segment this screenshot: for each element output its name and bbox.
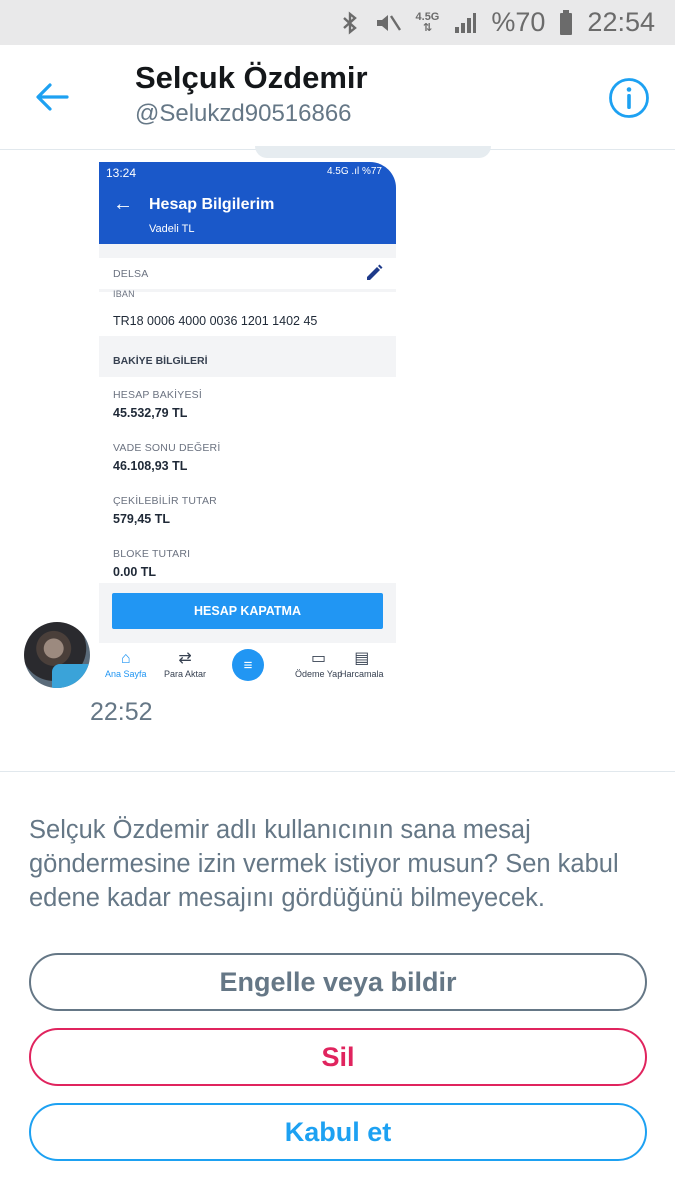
battery-icon	[559, 9, 573, 36]
section-title: BAKİYE BİLGİLERİ	[113, 355, 208, 367]
account-name-row: DELSA	[99, 258, 396, 289]
clock: 22:54	[587, 7, 655, 37]
data-arrows-icon: ⇅	[422, 21, 433, 34]
bluetooth-icon	[340, 11, 360, 35]
conversation-header: Selçuk Özdemir @Selukzd90516866	[0, 45, 675, 150]
inner-subtitle: Vadeli TL	[149, 223, 195, 235]
tab-label: Para Aktar	[164, 669, 207, 679]
inner-status-time: 13:24	[106, 166, 137, 180]
payment-icon: ▭	[311, 650, 327, 667]
avatar-photo-detail	[52, 664, 90, 688]
signal-icon	[453, 11, 477, 35]
tab-label: Harcamala	[340, 669, 384, 679]
field-value: 46.108,93 TL	[113, 459, 188, 473]
handshake-icon: ⇄	[178, 650, 192, 667]
tab-expenses: ▤ Harcamala	[340, 649, 384, 679]
field-value: 0.00 TL	[113, 565, 157, 579]
tab-payment: ▭ Ödeme Yap	[295, 649, 342, 679]
contact-handle: @Selukzd90516866	[135, 100, 352, 127]
receipt-icon: ▤	[354, 650, 370, 667]
edit-pencil-icon	[367, 264, 383, 280]
back-button[interactable]	[30, 75, 74, 119]
avatar[interactable]	[24, 622, 90, 688]
field-label: VADE SONU DEĞERİ	[113, 442, 221, 454]
inner-back-arrow-icon: ←	[113, 193, 133, 215]
field-value: 579,45 TL	[113, 512, 170, 526]
mute-icon	[374, 11, 402, 35]
accept-button[interactable]: Kabul et	[29, 1103, 647, 1161]
bank-tab-bar: ⌂ Ana Sayfa ⇄ Para Aktar ≡ ▭ Ödeme Yap ▤…	[99, 643, 396, 690]
status-bar: 4.5G ⇅ %70 22:54	[0, 0, 675, 45]
account-name: DELSA	[113, 268, 149, 280]
home-icon: ⌂	[120, 650, 131, 667]
info-icon	[609, 78, 649, 118]
balance-fields: HESAP BAKİYESİ 45.532,79 TL VADE SONU DE…	[99, 377, 396, 583]
menu-icon: ≡	[232, 649, 264, 681]
tab-label: Ana Sayfa	[105, 669, 147, 679]
bank-app-header: 13:24 4.5G .ıl %77 ← Hesap Bilgilerim Va…	[99, 162, 396, 244]
delete-button[interactable]: Sil	[29, 1028, 647, 1086]
network-type: 4.5G	[415, 10, 440, 23]
field-label: HESAP BAKİYESİ	[113, 389, 202, 401]
message-timestamp: 22:52	[90, 698, 153, 726]
back-arrow-icon	[36, 83, 69, 111]
inner-status-right: 4.5G .ıl %77	[326, 166, 382, 177]
tab-label: Ödeme Yap	[295, 669, 343, 679]
inner-title: Hesap Bilgilerim	[149, 196, 275, 213]
tab-transfer: ⇄ Para Aktar	[164, 649, 206, 679]
field-value: 45.532,79 TL	[113, 406, 188, 420]
field-label: BLOKE TUTARI	[113, 548, 191, 560]
tab-home: ⌂ Ana Sayfa	[105, 649, 147, 679]
iban-row: IBAN TR18 0006 4000 0036 1201 1402 45	[99, 289, 396, 336]
iban-value: TR18 0006 4000 0036 1201 1402 45	[113, 314, 318, 328]
close-account-button: HESAP KAPATMA	[112, 593, 383, 629]
battery-percent: %70	[491, 7, 546, 37]
message-request-prompt: Selçuk Özdemir adlı kullanıcının sana me…	[29, 816, 619, 912]
message-image[interactable]: 13:24 4.5G .ıl %77 ← Hesap Bilgilerim Va…	[99, 162, 396, 690]
block-or-report-button[interactable]: Engelle veya bildir	[29, 953, 647, 1011]
previous-message-bubble	[255, 146, 491, 158]
divider	[0, 771, 675, 772]
iban-label: IBAN	[113, 289, 135, 299]
network-indicator: 4.5G ⇅	[415, 10, 440, 34]
contact-name: Selçuk Özdemir	[135, 60, 368, 95]
field-label: ÇEKİLEBİLİR TUTAR	[113, 495, 217, 507]
info-button[interactable]	[608, 77, 650, 119]
balance-section-header: BAKİYE BİLGİLERİ	[99, 338, 396, 376]
